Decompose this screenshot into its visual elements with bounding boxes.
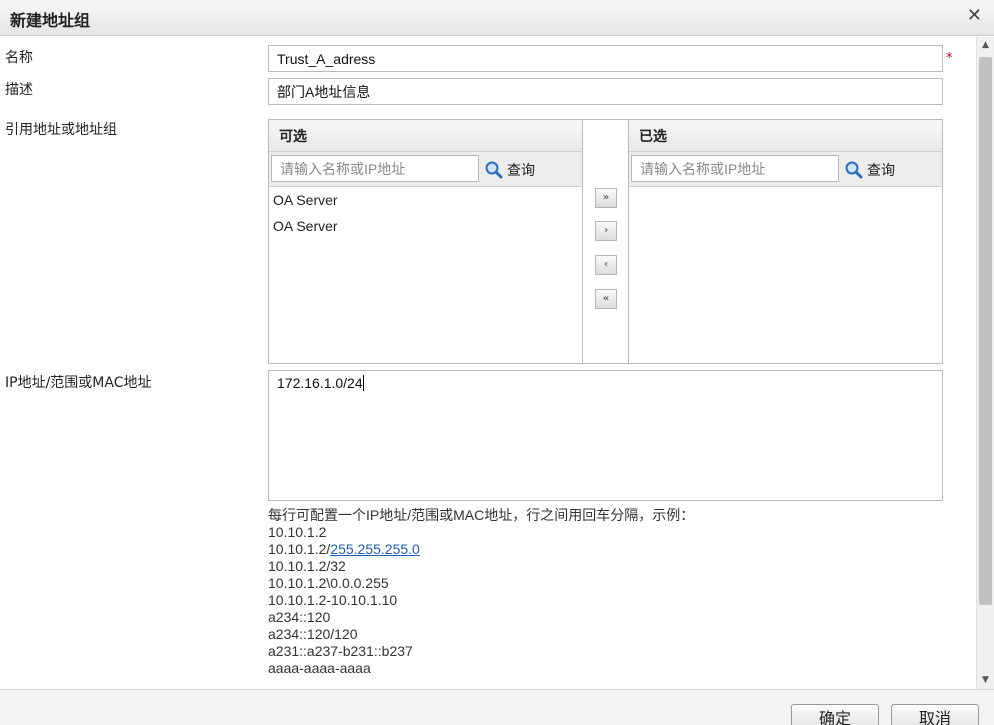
list-item[interactable]: OA Server <box>269 216 582 242</box>
scrollbar-thumb[interactable] <box>979 57 992 605</box>
hint-example: 10.10.1.2/255.255.255.0 <box>268 541 694 558</box>
list-item[interactable]: OA Server <box>269 190 582 216</box>
close-icon[interactable]: ✕ <box>967 5 982 26</box>
cancel-button[interactable]: 取消 <box>891 704 979 725</box>
available-list: OA Server OA Server <box>269 187 582 242</box>
search-button-label: 查询 <box>507 163 535 179</box>
selected-search-row: 查询 <box>629 152 942 187</box>
desc-label: 描述 <box>5 82 33 98</box>
ok-button[interactable]: 确定 <box>791 704 879 725</box>
selected-pane: 已选 查询 <box>629 120 942 363</box>
hint-example: a234::120 <box>268 609 331 625</box>
dialog-content: 名称 * 描述 引用地址或地址组 可选 查询 OA Server OA Serv… <box>0 37 976 689</box>
vertical-scrollbar[interactable]: ▲ ▼ <box>976 37 994 689</box>
desc-input[interactable] <box>268 78 943 105</box>
hint-example: aaaa-aaaa-aaaa <box>268 660 371 676</box>
dialog-footer: 确定 取消 <box>0 689 994 725</box>
name-input[interactable] <box>268 45 943 72</box>
move-all-right-button[interactable]: » <box>595 188 617 208</box>
hint-example: 10.10.1.2\0.0.0.255 <box>268 575 389 591</box>
hint-example-prefix: 10.10.1.2/ <box>268 541 331 557</box>
selected-search-button[interactable]: 查询 <box>845 160 895 180</box>
scroll-up-icon[interactable]: ▲ <box>977 37 994 54</box>
name-label: 名称 <box>5 50 33 66</box>
selected-search-input[interactable] <box>631 155 839 182</box>
hint-example: 10.10.1.2-10.10.1.10 <box>268 592 398 608</box>
search-icon <box>845 161 863 179</box>
selected-title: 已选 <box>629 120 942 152</box>
available-search-button[interactable]: 查询 <box>485 160 535 180</box>
available-pane: 可选 查询 OA Server OA Server <box>269 120 583 363</box>
hint-example: 10.10.1.2 <box>268 524 327 540</box>
search-button-label: 查询 <box>867 163 895 179</box>
text-caret <box>362 375 364 391</box>
available-title: 可选 <box>269 120 582 152</box>
available-search-row: 查询 <box>269 152 582 187</box>
move-all-left-button[interactable]: « <box>595 289 617 309</box>
selected-list <box>629 187 942 190</box>
dialog-titlebar: 新建地址组 ✕ <box>0 0 994 36</box>
move-right-button[interactable]: › <box>595 221 617 241</box>
ip-label: IP地址/范围或MAC地址 <box>5 375 152 391</box>
ip-textarea[interactable]: 172.16.1.0/24 <box>268 370 943 501</box>
search-icon <box>485 161 503 179</box>
transfer-buttons: » › ‹ « <box>583 120 629 363</box>
scroll-down-icon[interactable]: ▼ <box>977 672 994 689</box>
format-hint: 每行可配置一个IP地址/范围或MAC地址，行之间用回车分隔，示例： 10.10.… <box>268 507 694 677</box>
hint-example: a234::120/120 <box>268 626 358 642</box>
hint-intro: 每行可配置一个IP地址/范围或MAC地址，行之间用回车分隔，示例： <box>268 507 695 523</box>
hint-example: a231::a237-b231::b237 <box>268 643 413 659</box>
netmask-link[interactable]: 255.255.255.0 <box>330 541 420 557</box>
move-left-button[interactable]: ‹ <box>595 255 617 275</box>
hint-example: 10.10.1.2/32 <box>268 558 346 574</box>
ip-value: 172.16.1.0/24 <box>277 375 363 391</box>
dialog-title: 新建地址组 <box>10 11 91 30</box>
required-mark: * <box>946 51 953 66</box>
address-picker: 可选 查询 OA Server OA Server » › ‹ « <box>268 119 943 364</box>
available-search-input[interactable] <box>271 155 479 182</box>
ref-label: 引用地址或地址组 <box>5 122 117 138</box>
